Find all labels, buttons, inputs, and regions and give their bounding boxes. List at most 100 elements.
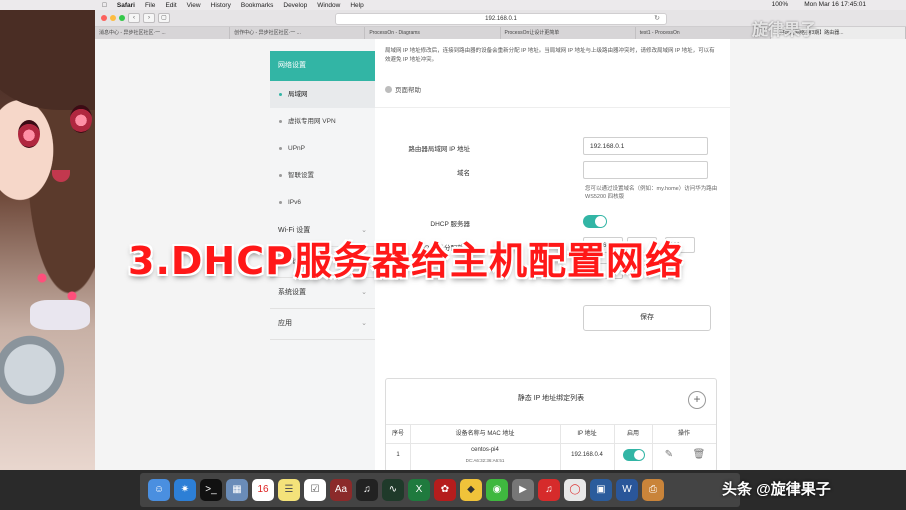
plus-icon[interactable]: + (688, 391, 706, 409)
virtualbox-icon[interactable]: ▣ (590, 479, 612, 501)
sidebar-section-label: 系统设置 (278, 289, 306, 296)
trash-icon[interactable]: 🗑 (692, 448, 706, 462)
dhcp-label: DHCP 服务器 (430, 221, 470, 228)
sidebar-section-network[interactable]: 网络设置 (270, 51, 375, 81)
menu-app-name[interactable]: Safari (117, 2, 135, 9)
menu-edit[interactable]: Edit (165, 2, 176, 9)
dhcp-toggle[interactable] (583, 215, 607, 228)
help-icon (385, 85, 392, 93)
sidebar-item-label: 局域网 (288, 91, 308, 98)
sidebar-top-spacer (270, 39, 375, 51)
lan-description: 局域网 IP 地址修改后，连接到路由器的设备会重新分配 IP 地址。当局域网 I… (385, 48, 715, 63)
column-header: 序号 (391, 431, 404, 437)
sidebar-item-vpn[interactable]: 虚拟专用网 VPN (270, 108, 375, 135)
sidebar-toggle-button[interactable]: ▢ (158, 13, 170, 23)
zoom-window-button[interactable] (119, 15, 125, 21)
back-button[interactable]: ‹ (128, 13, 140, 23)
excel-icon[interactable]: X (408, 479, 430, 501)
edit-icon[interactable]: ✎ (662, 448, 676, 462)
finder-icon[interactable]: ☺ (148, 479, 170, 501)
browser-tab[interactable]: test1 - ProcessOn (636, 27, 771, 39)
menu-bookmarks[interactable]: Bookmarks (241, 2, 274, 9)
device-name: centos-pi4 (471, 447, 499, 453)
static-ip-card: 静态 IP 地址绑定列表 + 序号 设备名称与 MAC 地址 IP 地址 启用 … (385, 378, 717, 472)
printer-icon[interactable]: ⎙ (642, 479, 664, 501)
save-button[interactable]: 保存 (583, 305, 711, 331)
column-divider (652, 424, 653, 471)
acrobat-icon[interactable]: ✿ (434, 479, 456, 501)
sidebar-section-apps[interactable]: 应用 ⌄ (270, 309, 375, 340)
browser-tab[interactable]: ProcessOn让设计更简单 (501, 27, 636, 39)
sidebar-item-label: UPnP (288, 145, 305, 152)
row-enable-toggle[interactable] (623, 449, 645, 461)
lan-ip-input[interactable]: 192.168.0.1 (583, 137, 708, 155)
battery-indicator[interactable]: 100% (772, 1, 789, 8)
chrome-icon[interactable]: ◯ (564, 479, 586, 501)
sidebar-item-upnp[interactable]: UPnP (270, 135, 375, 162)
sidebar-item-ipv6[interactable]: IPv6 (270, 189, 375, 216)
window-controls (101, 15, 125, 21)
menu-help[interactable]: Help (350, 2, 363, 9)
close-window-button[interactable] (101, 15, 107, 21)
sidebar-item-label: IPv6 (288, 199, 302, 206)
device-ip: 192.168.0.4 (571, 452, 603, 458)
row-index: 1 (396, 452, 400, 458)
menu-history[interactable]: History (211, 2, 231, 9)
watermark-top: 旋律果子 (752, 22, 817, 39)
calendar-icon[interactable]: 16 (252, 479, 274, 501)
video-overlay-title: 3.DHCP服务器给主机配置网络 (128, 239, 684, 283)
browser-tab[interactable]: ProcessOn - Diagrams (365, 27, 501, 39)
browser-tab[interactable]: 消息中心 - 异步社区社区·一 ... (95, 27, 231, 39)
column-divider (614, 424, 615, 471)
safari-icon[interactable]: ✷ (174, 479, 196, 501)
preview-icon[interactable]: ▦ (226, 479, 248, 501)
sidebar-item-smart-link[interactable]: 智联设置 (270, 162, 375, 189)
domain-label: 域名 (457, 170, 470, 177)
dictionary-icon[interactable]: Aa (330, 479, 352, 501)
forward-button[interactable]: › (143, 13, 155, 23)
static-ip-table-header: 序号 设备名称与 MAC 地址 IP 地址 启用 操作 (386, 424, 716, 444)
menu-view[interactable]: View (187, 2, 201, 9)
page-help-link[interactable]: 页面帮助 (385, 84, 421, 94)
column-header: 启用 (626, 431, 639, 437)
sidebar-item-lan[interactable]: 局域网 (270, 81, 375, 108)
section-divider (375, 107, 730, 108)
notes-icon[interactable]: ☰ (278, 479, 300, 501)
column-header: 操作 (677, 431, 690, 437)
reminders-icon[interactable]: ☑ (304, 479, 326, 501)
sidebar-item-label: 虚拟专用网 VPN (288, 118, 336, 125)
reload-icon[interactable]: ↻ (654, 14, 660, 24)
apple-icon[interactable]:  (102, 2, 107, 9)
word-icon[interactable]: W (616, 479, 638, 501)
lan-ip-label: 路由器局域网 IP 地址 (408, 146, 470, 153)
sidebar-section-label: 应用 (278, 320, 292, 327)
domain-input[interactable] (583, 161, 708, 179)
browser-tab[interactable]: 创作中心 - 异步社区社区·一 ... (230, 27, 366, 39)
device-mac: DC:A6:32:36:A6:51 (465, 458, 505, 463)
activity-icon[interactable]: ∿ (382, 479, 404, 501)
menu-clock[interactable]: Mon Mar 16 17:45:01 (804, 1, 866, 8)
sidebar-item-label: 智联设置 (288, 172, 314, 179)
address-bar[interactable]: 192.168.0.1 ↻ (335, 13, 667, 25)
watermark-dock: 头条 @旋律果子 (722, 481, 831, 498)
terminal-icon[interactable]: >_ (200, 479, 222, 501)
wechat-icon[interactable]: ◉ (486, 479, 508, 501)
menu-develop[interactable]: Develop (283, 2, 307, 9)
anime-character-image (0, 0, 100, 472)
help-label: 页面帮助 (395, 87, 421, 94)
static-ip-title: 静态 IP 地址绑定列表 (517, 395, 585, 402)
netease-music-icon[interactable]: ♫ (538, 479, 560, 501)
menu-window[interactable]: Window (317, 2, 340, 9)
menu-file[interactable]: File (145, 2, 155, 9)
piano-icon[interactable]: ♫ (356, 479, 378, 501)
dock-shelf: ☺ ✷ >_ ▦ 16 ☰ ☑ Aa ♫ ∿ X ✿ ◆ ◉ ▶ ♫ ◯ ▣ W… (140, 473, 740, 507)
sketch-icon[interactable]: ◆ (460, 479, 482, 501)
sidebar-section-label: 网络设置 (278, 62, 306, 69)
column-divider (560, 424, 561, 471)
minimize-window-button[interactable] (110, 15, 116, 21)
column-header: IP 地址 (577, 431, 597, 437)
chevron-down-icon: ⌄ (361, 320, 367, 327)
url-text: 192.168.0.1 (485, 16, 517, 22)
column-header: 设备名称与 MAC 地址 (455, 431, 515, 437)
iina-icon[interactable]: ▶ (512, 479, 534, 501)
